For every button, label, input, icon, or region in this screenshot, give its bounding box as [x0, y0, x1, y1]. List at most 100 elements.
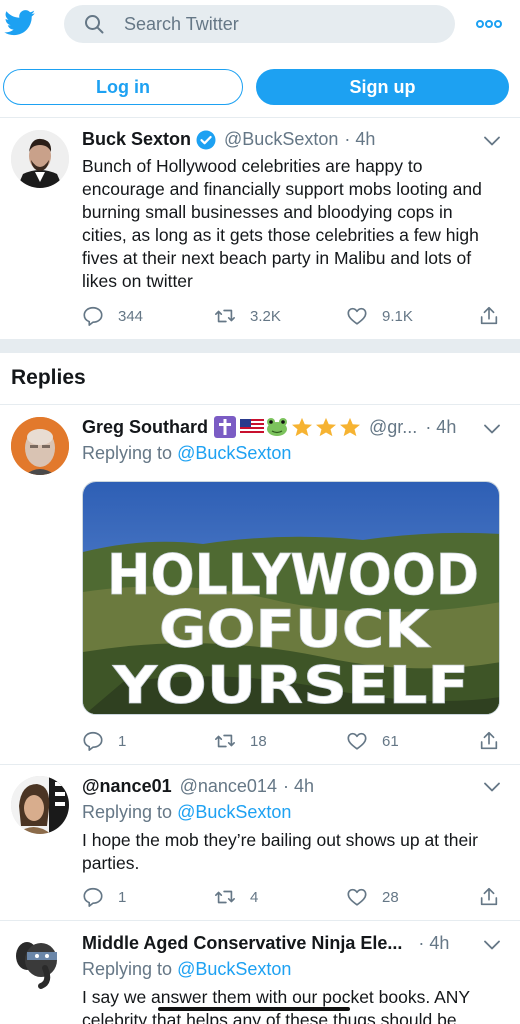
share-button[interactable]	[478, 885, 500, 909]
top-bar: Search Twitter	[0, 0, 520, 50]
section-divider	[0, 339, 520, 353]
tweet-actions: 1 4 28	[82, 885, 502, 909]
share-icon	[480, 731, 498, 750]
replying-to: Replying to @BuckSexton	[82, 802, 291, 823]
avatar[interactable]	[11, 932, 69, 990]
avatar[interactable]	[11, 130, 69, 188]
retweet-count: 18	[250, 732, 267, 750]
twitter-logo-icon[interactable]	[4, 10, 36, 36]
chevron-down-icon[interactable]	[484, 782, 500, 792]
tweet-image[interactable]: HOLLYWOOD GOFUCK YOURSELF	[82, 481, 500, 715]
hollywood-sign-photo: HOLLYWOOD GOFUCK YOURSELF	[83, 482, 499, 715]
search-icon	[85, 15, 104, 34]
author-name[interactable]: @nance01	[82, 776, 172, 797]
buck-sexton-avatar-image	[11, 130, 69, 188]
chevron-down-icon[interactable]	[484, 136, 500, 146]
ninja-elephant-avatar-image	[11, 932, 69, 990]
image-line-2: GOFUCK	[159, 600, 431, 660]
retweet-button[interactable]: 18	[214, 729, 267, 753]
divider	[0, 764, 520, 765]
like-button[interactable]: 61	[346, 729, 399, 753]
like-count: 28	[382, 888, 399, 906]
star-icon	[316, 417, 337, 437]
star-icon	[292, 417, 313, 437]
replying-to: Replying to @BuckSexton	[82, 959, 291, 980]
search-placeholder: Search Twitter	[124, 14, 239, 34]
reply-button[interactable]: 344	[82, 304, 143, 328]
author-name[interactable]: Greg Southard	[82, 417, 208, 438]
retweet-count: 3.2K	[250, 307, 281, 325]
greg-southard-avatar-image	[11, 417, 69, 475]
tweet-time: · 4h	[418, 933, 450, 953]
nance01-avatar-image	[11, 776, 69, 834]
tweet-actions: 344 3.2K 9.1K	[82, 304, 502, 328]
tweet-time: · 4h	[344, 129, 376, 149]
search-input[interactable]: Search Twitter	[64, 5, 455, 43]
us-flag-icon	[240, 419, 265, 435]
heart-icon	[347, 888, 367, 906]
signup-button[interactable]: Sign up	[256, 69, 509, 105]
like-count: 9.1K	[382, 307, 413, 325]
reply-button[interactable]: 1	[82, 729, 126, 753]
tweet-time: · 4h	[425, 416, 457, 437]
chevron-down-icon[interactable]	[484, 940, 500, 950]
tweet-text-line: celebrity that helps any of these thugs …	[82, 1010, 457, 1024]
heart-icon	[347, 307, 367, 325]
replying-to: Replying to @BuckSexton	[82, 443, 291, 464]
like-count: 61	[382, 732, 399, 750]
divider	[0, 404, 520, 405]
replying-prefix: Replying to	[82, 443, 173, 463]
header-divider	[0, 117, 520, 118]
retweet-count: 4	[250, 888, 259, 906]
tweet-text: Bunch of Hollywood celebrities are happy…	[82, 156, 482, 291]
avatar[interactable]	[11, 776, 69, 834]
replying-to-link[interactable]: @BuckSexton	[177, 802, 291, 822]
main-tweet-header: Buck Sexton @BuckSexton · 4h	[82, 129, 375, 150]
frog-icon	[267, 418, 288, 436]
chevron-down-icon[interactable]	[484, 424, 500, 434]
replying-prefix: Replying to	[82, 959, 173, 979]
retweet-icon	[215, 734, 235, 748]
image-line-3: YOURSELF	[112, 656, 469, 715]
divider	[0, 920, 520, 921]
replying-to-link[interactable]: @BuckSexton	[177, 443, 291, 463]
tweet-text: I say we answer them with our pocket boo…	[82, 986, 512, 1024]
replying-prefix: Replying to	[82, 802, 173, 822]
retweet-button[interactable]: 3.2K	[214, 304, 281, 328]
reply-header: @nance01 @nance014 · 4h	[82, 776, 314, 797]
replies-heading: Replies	[11, 366, 86, 389]
reply-icon	[83, 306, 103, 326]
author-handle[interactable]: @BuckSexton	[224, 129, 338, 150]
tweet-text: I hope the mob they’re bailing out shows…	[82, 830, 478, 873]
author-name[interactable]: Buck Sexton	[82, 129, 191, 150]
reply-header: Middle Aged Conservative Ninja Ele... · …	[82, 933, 449, 954]
more-options-icon[interactable]	[476, 14, 502, 34]
heart-icon	[347, 732, 367, 750]
avatar[interactable]	[11, 417, 69, 475]
share-icon	[480, 306, 498, 325]
share-button[interactable]	[478, 729, 500, 753]
retweet-button[interactable]: 4	[214, 885, 258, 909]
author-handle[interactable]: @nance014	[180, 776, 277, 797]
reply-icon	[83, 731, 103, 751]
star-icon	[340, 417, 361, 437]
verified-badge-icon	[196, 130, 216, 149]
tweet-actions: 1 18 61	[82, 729, 502, 753]
like-button[interactable]: 9.1K	[346, 304, 413, 328]
login-button[interactable]: Log in	[3, 69, 243, 105]
share-button[interactable]	[478, 304, 500, 328]
reply-count: 344	[118, 307, 144, 325]
handdrawn-underline	[158, 1007, 350, 1011]
retweet-icon	[215, 890, 235, 904]
reply-count: 1	[118, 888, 127, 906]
author-handle[interactable]: @gr...	[369, 417, 417, 438]
like-button[interactable]: 28	[346, 885, 399, 909]
tweet-time: · 4h	[282, 776, 314, 796]
reply-header: Greg Southard @gr... · 4h	[82, 416, 456, 438]
reply-button[interactable]: 1	[82, 885, 126, 909]
tweet-text-line: I say we answer them with our pocket boo…	[82, 987, 471, 1007]
share-icon	[480, 887, 498, 906]
retweet-icon	[215, 309, 235, 323]
author-name[interactable]: Middle Aged Conservative Ninja Ele...	[82, 933, 402, 954]
replying-to-link[interactable]: @BuckSexton	[177, 959, 291, 979]
